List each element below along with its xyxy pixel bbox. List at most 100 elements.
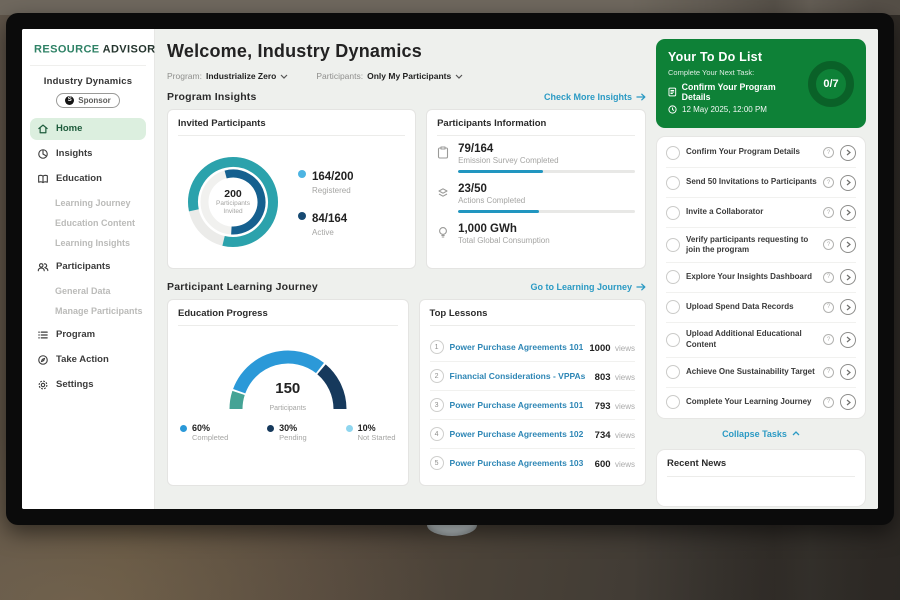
info-icon[interactable]: ? bbox=[823, 207, 834, 218]
stat-actions-completed: 23/50 Actions Completed bbox=[437, 183, 635, 213]
task-open-button[interactable] bbox=[840, 394, 856, 410]
sponsor-icon: S bbox=[65, 96, 74, 105]
sidebar-item-settings[interactable]: Settings bbox=[30, 374, 146, 396]
sidebar-item-manage-participants[interactable]: Manage Participants bbox=[30, 301, 146, 321]
task-label: Complete Your Learning Journey bbox=[686, 397, 817, 407]
lesson-views: 803 bbox=[595, 372, 611, 383]
arrow-right-icon bbox=[636, 93, 646, 101]
lesson-row[interactable]: 5 Power Purchase Agreements 103 600 view… bbox=[430, 449, 635, 477]
legend-pct: 10% bbox=[358, 423, 396, 433]
info-icon[interactable]: ? bbox=[823, 177, 834, 188]
info-icon[interactable]: ? bbox=[823, 272, 834, 283]
recent-news-card: Recent News bbox=[656, 449, 866, 507]
sidebar-item-label: Education bbox=[56, 173, 102, 184]
sponsor-badge[interactable]: S Sponsor bbox=[56, 93, 119, 108]
sidebar-item-learning-journey[interactable]: Learning Journey bbox=[30, 193, 146, 213]
task-open-button[interactable] bbox=[840, 299, 856, 315]
task-open-button[interactable] bbox=[840, 205, 856, 221]
task-label: Confirm Your Program Details bbox=[686, 147, 817, 157]
monitor-bezel: RESOURCE ADVISOR+ Industry Dynamics S Sp… bbox=[6, 13, 894, 525]
lesson-row[interactable]: 1 Power Purchase Agreements 101 1000 vie… bbox=[430, 333, 635, 362]
task-row[interactable]: Confirm Your Program Details ? bbox=[666, 138, 856, 168]
lesson-row[interactable]: 4 Power Purchase Agreements 102 734 view… bbox=[430, 420, 635, 449]
task-checkbox[interactable] bbox=[666, 365, 680, 379]
consumption-icon bbox=[437, 223, 450, 250]
task-row[interactable]: Complete Your Learning Journey ? bbox=[666, 388, 856, 417]
brand-advisor: ADVISOR bbox=[103, 44, 156, 56]
task-checkbox[interactable] bbox=[666, 238, 680, 252]
sidebar-item-program[interactable]: Program bbox=[30, 324, 146, 346]
legend-label: Completed bbox=[192, 433, 228, 442]
go-to-learning-journey-link[interactable]: Go to Learning Journey bbox=[530, 282, 646, 292]
todo-subtitle: Complete Your Next Task: bbox=[668, 68, 802, 77]
todo-task-list: Confirm Your Program Details ? Send 50 I… bbox=[656, 136, 866, 419]
program-insights-header: Program Insights Check More Insights bbox=[167, 91, 646, 103]
task-checkbox[interactable] bbox=[666, 270, 680, 284]
task-row[interactable]: Invite a Collaborator ? bbox=[666, 198, 856, 228]
task-checkbox[interactable] bbox=[666, 176, 680, 190]
task-checkbox[interactable] bbox=[666, 300, 680, 314]
task-open-button[interactable] bbox=[840, 237, 856, 253]
task-row[interactable]: Upload Spend Data Records ? bbox=[666, 293, 856, 323]
task-label: Invite a Collaborator bbox=[686, 207, 817, 217]
lesson-row[interactable]: 3 Power Purchase Agreements 101 793 view… bbox=[430, 391, 635, 420]
task-row[interactable]: Verify participants requesting to join t… bbox=[666, 228, 856, 263]
task-open-button[interactable] bbox=[840, 364, 856, 380]
lesson-title-link[interactable]: Power Purchase Agreements 102 bbox=[450, 429, 589, 439]
info-icon[interactable]: ? bbox=[823, 334, 834, 345]
sidebar-item-insights[interactable]: Insights bbox=[30, 143, 146, 165]
task-checkbox[interactable] bbox=[666, 146, 680, 160]
donut-chart: 200 Participants Invited bbox=[178, 147, 288, 257]
lesson-title-link[interactable]: Financial Considerations - VPPAs bbox=[450, 371, 589, 381]
task-open-button[interactable] bbox=[840, 269, 856, 285]
sidebar-item-education-content[interactable]: Education Content bbox=[30, 213, 146, 233]
check-more-insights-link[interactable]: Check More Insights bbox=[544, 92, 646, 102]
chevron-right-icon bbox=[846, 336, 851, 343]
education-progress-card: Education Progress 150 Participants bbox=[167, 299, 409, 486]
todo-hero-card: Your To Do List Complete Your Next Task:… bbox=[656, 39, 866, 128]
program-dropdown[interactable]: Program: Industrialize Zero bbox=[167, 71, 288, 81]
sidebar-item-take-action[interactable]: Take Action bbox=[30, 349, 146, 371]
task-row[interactable]: Upload Additional Educational Content ? bbox=[666, 323, 856, 358]
lesson-title-link[interactable]: Power Purchase Agreements 103 bbox=[450, 458, 589, 468]
sidebar-item-education[interactable]: Education bbox=[30, 168, 146, 190]
info-icon[interactable]: ? bbox=[823, 367, 834, 378]
lesson-title-link[interactable]: Power Purchase Agreements 101 bbox=[450, 400, 589, 410]
next-task-row[interactable]: Confirm Your Program Details bbox=[668, 82, 802, 102]
stat-value: 79/164 bbox=[458, 143, 635, 155]
chevron-right-icon bbox=[846, 399, 851, 406]
legend-pending: 30%Pending bbox=[267, 423, 307, 442]
info-icon[interactable]: ? bbox=[823, 302, 834, 313]
participants-value: Only My Participants bbox=[367, 71, 451, 81]
program-icon bbox=[37, 329, 49, 341]
page-title: Welcome, Industry Dynamics bbox=[167, 41, 646, 62]
task-checkbox[interactable] bbox=[666, 395, 680, 409]
sidebar-item-learning-insights[interactable]: Learning Insights bbox=[30, 233, 146, 253]
document-icon bbox=[668, 87, 677, 97]
gauge-label: Participants bbox=[269, 405, 306, 412]
chevron-right-icon bbox=[846, 179, 851, 186]
task-open-button[interactable] bbox=[840, 175, 856, 191]
task-checkbox[interactable] bbox=[666, 206, 680, 220]
lesson-rank: 2 bbox=[430, 369, 444, 383]
collapse-tasks-link[interactable]: Collapse Tasks bbox=[656, 427, 866, 441]
sidebar-item-home[interactable]: Home bbox=[30, 118, 146, 140]
info-icon[interactable]: ? bbox=[823, 239, 834, 250]
sidebar-item-participants[interactable]: Participants bbox=[30, 256, 146, 278]
brand-logo[interactable]: RESOURCE ADVISOR+ bbox=[30, 39, 146, 66]
chevron-right-icon bbox=[846, 209, 851, 216]
task-row[interactable]: Send 50 Invitations to Participants ? bbox=[666, 168, 856, 198]
program-label: Program: bbox=[167, 71, 202, 81]
info-icon[interactable]: ? bbox=[823, 397, 834, 408]
lesson-row[interactable]: 2 Financial Considerations - VPPAs 803 v… bbox=[430, 362, 635, 391]
task-open-button[interactable] bbox=[840, 332, 856, 348]
participants-dropdown[interactable]: Participants: Only My Participants bbox=[316, 71, 463, 81]
task-checkbox[interactable] bbox=[666, 333, 680, 347]
task-row[interactable]: Achieve One Sustainability Target ? bbox=[666, 358, 856, 388]
task-open-button[interactable] bbox=[840, 145, 856, 161]
info-icon[interactable]: ? bbox=[823, 147, 834, 158]
task-row[interactable]: Explore Your Insights Dashboard ? bbox=[666, 263, 856, 293]
lesson-title-link[interactable]: Power Purchase Agreements 101 bbox=[450, 342, 584, 352]
sidebar-item-general-data[interactable]: General Data bbox=[30, 281, 146, 301]
link-label: Go to Learning Journey bbox=[530, 282, 632, 292]
